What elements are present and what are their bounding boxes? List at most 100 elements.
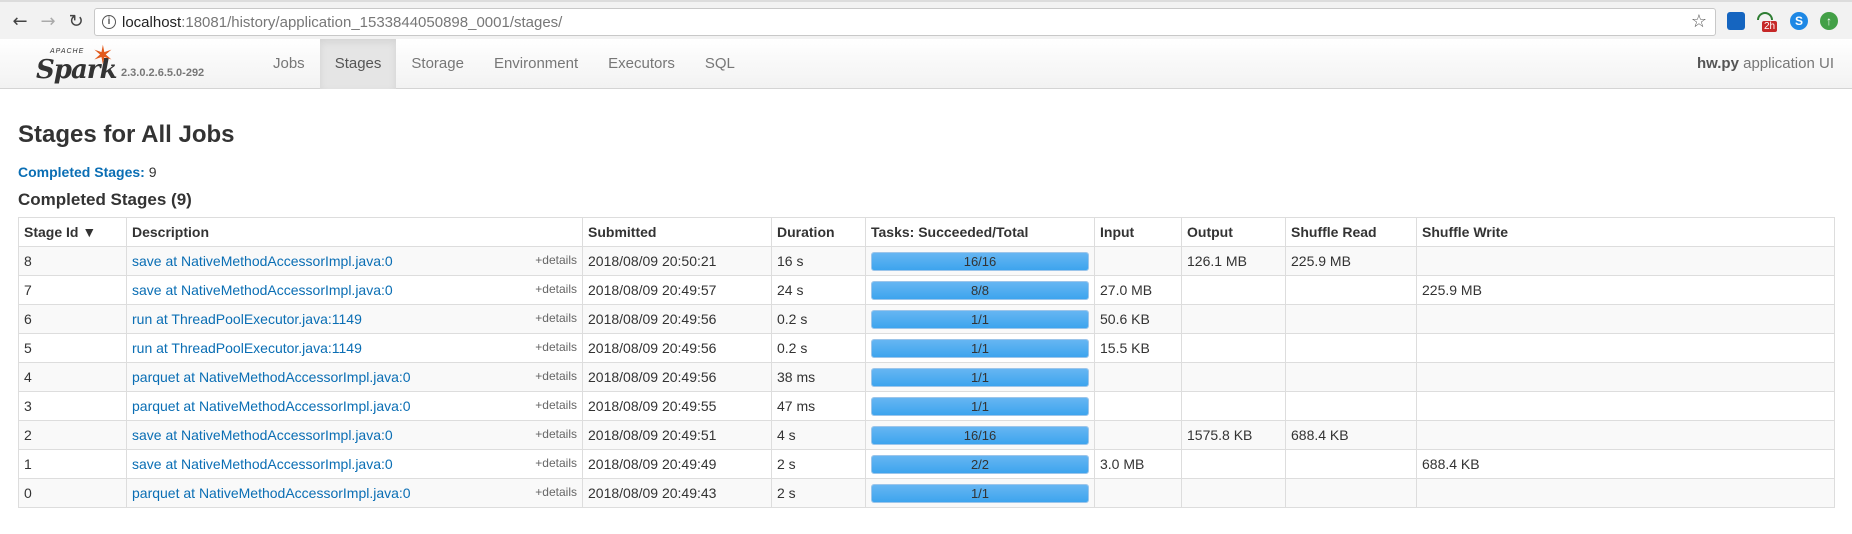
duration-cell: 16 s <box>771 246 866 276</box>
back-arrow-icon[interactable]: ← <box>8 10 32 34</box>
app-title: hw.py application UI <box>1697 39 1834 89</box>
bookmark-star-icon[interactable]: ☆ <box>1691 11 1707 32</box>
extension-trello-icon[interactable] <box>1727 12 1745 30</box>
output-cell: 126.1 MB <box>1181 246 1286 276</box>
stage-description-link[interactable]: run at ThreadPoolExecutor.java:1149 <box>132 340 362 356</box>
stage-description-link[interactable]: save at NativeMethodAccessorImpl.java:0 <box>132 456 393 472</box>
task-progress-bar: 2/2 <box>871 454 1089 474</box>
column-header-submitted[interactable]: Submitted <box>582 217 772 247</box>
table-row: 5 +details run at ThreadPoolExecutor.java:… <box>18 333 1835 363</box>
tasks-cell: 16/16 <box>865 246 1095 276</box>
duration-cell: 38 ms <box>771 362 866 392</box>
output-cell <box>1181 333 1286 363</box>
stage-description-link[interactable]: parquet at NativeMethodAccessorImpl.java… <box>132 369 411 385</box>
description-cell: +details save at NativeMethodAccessorImpl… <box>126 275 583 305</box>
column-header-tasks[interactable]: Tasks: Succeeded/Total <box>865 217 1095 247</box>
forward-arrow-icon[interactable]: → <box>36 10 60 34</box>
details-toggle[interactable]: +details <box>535 311 577 325</box>
details-toggle[interactable]: +details <box>535 398 577 412</box>
stage-description-link[interactable]: save at NativeMethodAccessorImpl.java:0 <box>132 253 393 269</box>
tab-jobs[interactable]: Jobs <box>258 39 320 89</box>
details-toggle[interactable]: +details <box>535 340 577 354</box>
task-progress-bar: 1/1 <box>871 309 1089 329</box>
column-header-shuffle-write[interactable]: Shuffle Write <box>1416 217 1835 247</box>
shuffle-write-cell: 225.9 MB <box>1416 275 1835 305</box>
extension-timer-icon[interactable]: 2h <box>1757 12 1778 32</box>
stage-description-link[interactable]: save at NativeMethodAccessorImpl.java:0 <box>132 427 393 443</box>
main-content: Stages for All Jobs Completed Stages: 9 … <box>18 90 1835 508</box>
output-cell <box>1181 275 1286 305</box>
details-toggle[interactable]: +details <box>535 253 577 267</box>
stage-id-cell: 4 <box>18 362 127 392</box>
page-title: Stages for All Jobs <box>18 121 235 148</box>
description-cell: +details parquet at NativeMethodAccessorI… <box>126 362 583 392</box>
duration-cell: 2 s <box>771 478 866 508</box>
column-header-shuffle-read[interactable]: Shuffle Read <box>1285 217 1417 247</box>
task-progress-bar: 16/16 <box>871 425 1089 445</box>
input-cell <box>1094 246 1182 276</box>
stage-description-link[interactable]: parquet at NativeMethodAccessorImpl.java… <box>132 398 411 414</box>
stage-id-cell: 2 <box>18 420 127 450</box>
tasks-cell: 1/1 <box>865 478 1095 508</box>
task-progress-label: 2/2 <box>970 456 990 472</box>
output-cell <box>1181 478 1286 508</box>
stage-id-cell: 7 <box>18 275 127 305</box>
details-toggle[interactable]: +details <box>535 369 577 383</box>
shuffle-write-cell <box>1416 391 1835 421</box>
shuffle-write-cell <box>1416 304 1835 334</box>
tab-sql[interactable]: SQL <box>690 39 750 89</box>
column-header-duration[interactable]: Duration <box>771 217 866 247</box>
description-cell: +details save at NativeMethodAccessorImpl… <box>126 246 583 276</box>
extension-badge: 2h <box>1762 21 1778 32</box>
tab-storage[interactable]: Storage <box>396 39 479 89</box>
shuffle-write-cell <box>1416 333 1835 363</box>
column-header-output[interactable]: Output <box>1181 217 1286 247</box>
input-cell: 3.0 MB <box>1094 449 1182 479</box>
submitted-cell: 2018/08/09 20:49:56 <box>582 304 772 334</box>
site-info-icon[interactable]: i <box>102 15 116 29</box>
task-progress-bar: 16/16 <box>871 251 1089 271</box>
tab-environment[interactable]: Environment <box>479 39 593 89</box>
task-progress-label: 1/1 <box>970 311 990 327</box>
section-title[interactable]: Completed Stages (9) <box>18 189 1834 211</box>
stage-description-link[interactable]: run at ThreadPoolExecutor.java:1149 <box>132 311 362 327</box>
shuffle-read-cell <box>1285 304 1417 334</box>
extension-skype-icon[interactable]: S <box>1790 12 1808 30</box>
tasks-cell: 2/2 <box>865 449 1095 479</box>
address-url[interactable]: localhost:18081/history/application_1533… <box>122 14 562 31</box>
submitted-cell: 2018/08/09 20:49:51 <box>582 420 772 450</box>
submitted-cell: 2018/08/09 20:49:49 <box>582 449 772 479</box>
details-toggle[interactable]: +details <box>535 485 577 499</box>
tab-executors[interactable]: Executors <box>593 39 690 89</box>
task-progress-label: 16/16 <box>963 253 997 269</box>
completed-stages-count: 9 <box>148 164 157 180</box>
task-progress-bar: 1/1 <box>871 483 1089 503</box>
shuffle-read-cell <box>1285 478 1417 508</box>
address-bar[interactable]: i localhost:18081/history/application_15… <box>94 8 1716 36</box>
tasks-cell: 16/16 <box>865 420 1095 450</box>
extension-upload-icon[interactable]: ↑ <box>1820 12 1838 30</box>
browser-toolbar: ← → ↻ i localhost:18081/history/applicat… <box>0 2 1852 40</box>
duration-cell: 2 s <box>771 449 866 479</box>
column-header-input[interactable]: Input <box>1094 217 1182 247</box>
details-toggle[interactable]: +details <box>535 456 577 470</box>
tab-stages[interactable]: Stages <box>319 39 397 89</box>
output-cell <box>1181 304 1286 334</box>
input-cell: 50.6 KB <box>1094 304 1182 334</box>
tasks-cell: 1/1 <box>865 333 1095 363</box>
stage-description-link[interactable]: parquet at NativeMethodAccessorImpl.java… <box>132 485 411 501</box>
stage-id-cell: 6 <box>18 304 127 334</box>
spark-navbar: APACHE Spark ✶ 2.3.0.2.6.5.0-292 Jobs Sta… <box>0 39 1852 89</box>
stage-description-link[interactable]: save at NativeMethodAccessorImpl.java:0 <box>132 282 393 298</box>
completed-stages-link[interactable]: Completed Stages: <box>18 164 145 180</box>
column-header-stage-id[interactable]: Stage Id ▼ <box>18 217 127 247</box>
details-toggle[interactable]: +details <box>535 427 577 441</box>
submitted-cell: 2018/08/09 20:49:57 <box>582 275 772 305</box>
input-cell: 27.0 MB <box>1094 275 1182 305</box>
details-toggle[interactable]: +details <box>535 282 577 296</box>
reload-icon[interactable]: ↻ <box>64 10 88 34</box>
spark-logo[interactable]: APACHE Spark ✶ <box>36 41 122 85</box>
shuffle-write-cell: 688.4 KB <box>1416 449 1835 479</box>
table-row: 7 +details save at NativeMethodAccessorImp… <box>18 275 1835 305</box>
column-header-description[interactable]: Description <box>126 217 583 247</box>
